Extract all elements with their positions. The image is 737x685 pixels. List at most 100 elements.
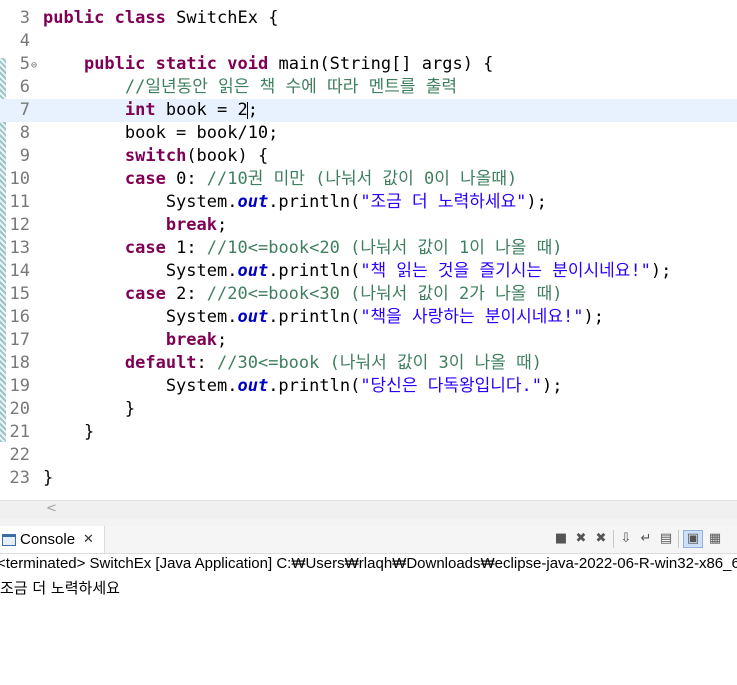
code-token: System. (43, 307, 238, 327)
code-token: .println( (268, 261, 361, 281)
code-line[interactable]: 10 case 0: //10권 미만 (나눠서 값이 0이 나올때) (0, 168, 737, 191)
console-toolbar: ■ ✖ ✖ ⇩ ↵ ▤ ▣ ▦ (553, 530, 723, 548)
code-token: book = 2 (155, 100, 248, 120)
keyword-token: switch (124, 146, 187, 166)
show-console-icon[interactable]: ▤ (658, 530, 674, 548)
code-line[interactable]: 4 (0, 30, 737, 53)
line-number: 21 (9, 422, 30, 442)
code-editor[interactable]: 3 public class SwitchEx {4 5 ⊖ public stati… (0, 0, 737, 500)
open-console-icon[interactable]: ▦ (707, 530, 723, 548)
comment-token: //30<=book (나눠서 값이 3이 나올 때) (217, 353, 543, 373)
code-line[interactable]: 19 System.out.println("당신은 다독왕입니다."); (0, 375, 737, 398)
code-line[interactable]: 15 case 2: //20<=book<30 (나눠서 값이 2가 나올 때… (0, 283, 737, 306)
code-token: ; (247, 100, 258, 120)
remove-all-terminated-icon[interactable]: ✖ (593, 530, 609, 548)
code-token: System. (43, 261, 238, 281)
code-line[interactable]: 3 public class SwitchEx { (0, 7, 737, 30)
comment-token: //10<=book<20 (나눠서 값이 1이 나올 때) (206, 238, 563, 258)
code-text[interactable]: break; (43, 214, 227, 237)
line-number: 11 (9, 192, 30, 212)
scroll-lock-icon[interactable]: ⇩ (618, 530, 634, 548)
close-icon[interactable]: ✕ (83, 532, 94, 547)
fold-icon[interactable]: ⊖ (31, 54, 37, 77)
scroll-left-icon[interactable]: < (46, 501, 57, 516)
line-number: 19 (9, 376, 30, 396)
horizontal-scrollbar[interactable]: < (0, 500, 737, 519)
console-tab[interactable]: Console ✕ (0, 526, 105, 553)
line-number: 20 (9, 399, 30, 419)
code-line[interactable]: 13 case 1: //10<=book<20 (나눠서 값이 1이 나올 때… (0, 237, 737, 260)
console-view-header: Console ✕ ■ ✖ ✖ ⇩ ↵ ▤ ▣ ▦ (0, 526, 737, 554)
code-token: 0: (165, 169, 207, 189)
code-text[interactable]: public class SwitchEx { (43, 7, 278, 30)
line-number: 15 (9, 284, 30, 304)
line-number: 17 (9, 330, 30, 350)
line-number: 7 (19, 100, 30, 120)
code-token: ); (583, 307, 605, 327)
code-text[interactable]: case 1: //10<=book<20 (나눠서 값이 1이 나올 때) (43, 237, 563, 260)
console-output[interactable]: 조금 더 노력하세요 (0, 577, 120, 598)
remove-launch-icon[interactable]: ✖ (573, 530, 589, 548)
code-text[interactable]: break; (43, 329, 227, 352)
code-text[interactable]: switch(book) { (43, 145, 268, 168)
code-line[interactable]: 11 System.out.println("조금 더 노력하세요"); (0, 191, 737, 214)
code-text[interactable]: book = book/10; (43, 122, 279, 145)
code-line[interactable]: 8 book = book/10; (0, 122, 737, 145)
display-selected-console-icon[interactable]: ▣ (683, 530, 703, 548)
line-number: 14 (9, 261, 30, 281)
code-text[interactable]: default: //30<=book (나눠서 값이 3이 나올 때) (43, 352, 542, 375)
comment-token: //20<=book<30 (나눠서 값이 2가 나올 때) (206, 284, 563, 304)
code-token: : (196, 353, 218, 373)
toolbar-separator (678, 530, 679, 548)
code-text[interactable]: System.out.println("책 읽는 것을 즐기시는 분이시네요!"… (43, 260, 672, 283)
field-token: out (237, 376, 269, 396)
code-token: System. (43, 192, 238, 212)
word-wrap-icon[interactable]: ↵ (638, 530, 654, 548)
code-text[interactable]: case 2: //20<=book<30 (나눠서 값이 2가 나올 때) (43, 283, 563, 306)
terminate-icon[interactable]: ■ (553, 530, 569, 548)
keyword-token: void (227, 54, 269, 74)
code-text[interactable]: } (43, 398, 135, 421)
keyword-token: int (124, 100, 156, 120)
code-line[interactable]: 18 default: //30<=book (나눠서 값이 3이 나올 때) (0, 352, 737, 375)
code-line[interactable]: 6 //일년동안 읽은 책 수에 따라 멘트를 출력 (0, 76, 737, 99)
line-number: 16 (9, 307, 30, 327)
code-token: ); (542, 376, 563, 396)
code-text[interactable]: case 0: //10권 미만 (나눠서 값이 0이 나올때) (43, 168, 517, 191)
keyword-token: class (114, 8, 166, 28)
code-line[interactable]: 23} (0, 467, 737, 490)
code-line[interactable]: 12 break; (0, 214, 737, 237)
code-text[interactable]: } (43, 421, 94, 444)
code-line[interactable]: 17 break; (0, 329, 737, 352)
code-text[interactable]: System.out.println("책을 사랑하는 분이시네요!"); (43, 306, 604, 329)
field-token: out (237, 261, 269, 281)
code-token: (book) { (186, 146, 269, 166)
code-text[interactable]: //일년동안 읽은 책 수에 따라 멘트를 출력 (43, 76, 457, 99)
code-text[interactable]: public static void main(String[] args) { (43, 53, 493, 76)
toolbar-separator (613, 530, 614, 548)
line-number: 10 (9, 169, 30, 189)
code-token: SwitchEx { (165, 8, 279, 28)
code-line[interactable]: 21 } (0, 421, 737, 444)
code-line[interactable]: 14 System.out.println("책 읽는 것을 즐기시는 분이시네… (0, 260, 737, 283)
code-line[interactable]: 22 (0, 444, 737, 467)
code-text[interactable]: } (43, 467, 53, 490)
code-token: .println( (268, 192, 361, 212)
code-line[interactable]: 16 System.out.println("책을 사랑하는 분이시네요!"); (0, 306, 737, 329)
code-text[interactable]: int book = 2; (43, 99, 258, 122)
code-line[interactable]: 5 ⊖ public static void main(String[] args… (0, 53, 737, 76)
code-line[interactable]: 20 } (0, 398, 737, 421)
line-number: 13 (9, 238, 30, 258)
code-text[interactable]: System.out.println("당신은 다독왕입니다."); (43, 375, 563, 398)
code-text[interactable]: System.out.println("조금 더 노력하세요"); (43, 191, 547, 214)
code-line[interactable]: 9 switch(book) { (0, 145, 737, 168)
keyword-token: public (43, 8, 105, 28)
code-token: 1: (165, 238, 207, 258)
code-line[interactable]: 7 int book = 2; (0, 99, 737, 122)
